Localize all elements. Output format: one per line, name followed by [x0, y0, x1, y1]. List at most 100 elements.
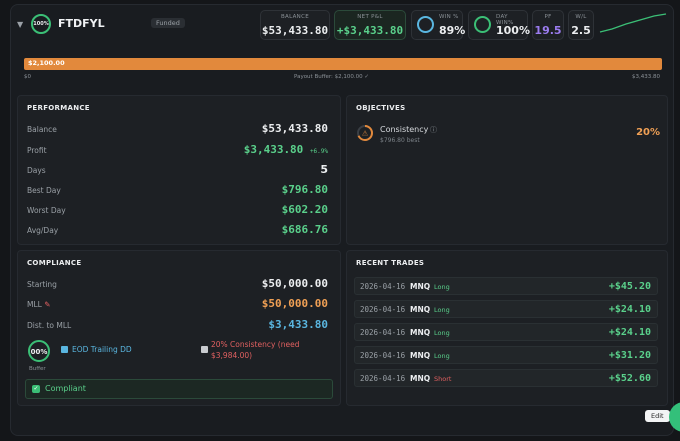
dist-mll-label: Dist. to MLL	[27, 321, 72, 330]
trade-row[interactable]: 2026-04-16 MNQ Long +$24.10	[354, 323, 658, 341]
profit-value: $3,433.80 +6.9%	[244, 143, 328, 156]
trade-date: 2026-04-16	[360, 282, 406, 291]
avg-day-value: $686.76	[281, 223, 328, 236]
objectives-title: OBJECTIVES	[356, 104, 406, 112]
progress-max-label: $3,433.80	[632, 74, 660, 80]
objective-value: 20%	[636, 127, 660, 138]
days-value: 5	[320, 163, 328, 176]
best-day-label: Best Day	[27, 186, 61, 195]
trade-side: Short	[434, 375, 452, 383]
trade-row[interactable]: 2026-04-16 MNQ Long +$45.20	[354, 277, 658, 295]
equity-sparkline	[599, 13, 667, 33]
stat-winrate: WIN % 89%	[411, 10, 466, 40]
mll-value: $50,000.00	[261, 297, 328, 310]
edit-button[interactable]: Edit	[645, 410, 670, 422]
trade-row[interactable]: 2026-04-16 MNQ Long +$31.20	[354, 346, 658, 364]
info-icon[interactable]: ⓘ	[430, 125, 437, 135]
balance-value: $53,433.80	[261, 122, 328, 135]
trade-pnl: +$24.10	[608, 327, 651, 338]
compliance-title: COMPLIANCE	[27, 259, 82, 267]
trade-date: 2026-04-16	[360, 374, 406, 383]
stat-win-label: WIN %	[439, 14, 459, 20]
trade-date: 2026-04-16	[360, 305, 406, 314]
objectives-panel: OBJECTIVES ⚠ Consistency ⓘ $796.80 best …	[346, 95, 668, 245]
recent-trades-panel: RECENT TRADES 2026-04-16 MNQ Long +$45.2…	[346, 250, 668, 406]
trade-pnl: +$24.10	[608, 304, 651, 315]
payout-progress-bar: $2,100.00	[24, 58, 662, 70]
stat-wl-value: 2.5	[571, 24, 591, 37]
trade-pnl: +$45.20	[608, 281, 651, 292]
trade-symbol: MNQ	[410, 374, 431, 383]
mll-label: MLL ✎	[27, 300, 51, 309]
check-icon: ✓	[32, 385, 40, 393]
collapse-chevron-icon[interactable]: ▼	[17, 20, 23, 29]
progress-mid-label: Payout Buffer: $2,100.00 ✓	[294, 74, 369, 80]
stat-wl-label: W/L	[575, 14, 587, 20]
mll-label-text: MLL	[27, 300, 42, 309]
rule-consistency: 20% Consistency (need $3,984.00)	[211, 340, 300, 360]
dist-mll-value: $3,433.80	[268, 318, 328, 331]
account-name: FTDFYL	[58, 17, 105, 30]
stat-balance: BALANCE $53,433.80	[260, 10, 330, 40]
worst-day-label: Worst Day	[27, 206, 66, 215]
account-progress-badge: 100%	[31, 14, 51, 34]
trade-side: Long	[434, 329, 450, 337]
pencil-icon[interactable]: ✎	[44, 300, 50, 309]
trade-row[interactable]: 2026-04-16 MNQ Long +$24.10	[354, 300, 658, 318]
stat-pf: PF 19.5	[532, 10, 564, 40]
trade-row[interactable]: 2026-04-16 MNQ Short +$52.60	[354, 369, 658, 387]
account-badge-text: 100%	[33, 21, 49, 27]
trade-pnl: +$52.60	[608, 373, 651, 384]
stat-netpnl-label: NET P&L	[357, 14, 383, 20]
profit-pct: +6.9%	[309, 148, 328, 155]
profit-amount: $3,433.80	[243, 143, 304, 156]
buffer-label: Buffer	[29, 366, 46, 372]
consistency-rule-icon	[201, 346, 208, 353]
compliant-status: ✓ Compliant	[25, 379, 333, 399]
compliance-panel: COMPLIANCE Starting $50,000.00 MLL ✎ $50…	[17, 250, 341, 406]
objective-sub: $796.80 best	[380, 137, 420, 144]
rule-eod-trailing: EOD Trailing DD	[72, 345, 132, 354]
progress-fill-label: $2,100.00	[28, 59, 65, 67]
recent-trades-title: RECENT TRADES	[356, 259, 425, 267]
sparkline-path	[599, 13, 667, 33]
compliant-label: Compliant	[45, 384, 86, 393]
stat-pf-value: 19.5	[534, 24, 562, 37]
best-day-value: $796.80	[281, 183, 328, 196]
objective-name: Consistency	[380, 125, 429, 134]
worst-day-value: $602.20	[281, 203, 328, 216]
svg-text:⚠: ⚠	[362, 130, 369, 138]
funded-tag: Funded	[151, 18, 185, 28]
trade-date: 2026-04-16	[360, 351, 406, 360]
stat-balance-label: BALANCE	[280, 14, 310, 20]
trade-pnl: +$31.20	[608, 350, 651, 361]
stat-daywin-value: 100%	[496, 24, 530, 37]
starting-label: Starting	[27, 280, 57, 289]
stat-netpnl: NET P&L +$3,433.80	[334, 10, 406, 40]
win-ring-icon	[417, 16, 434, 33]
trailing-dd-icon	[61, 346, 68, 353]
trade-date: 2026-04-16	[360, 328, 406, 337]
trade-side: Long	[434, 352, 450, 360]
trade-symbol: MNQ	[410, 351, 431, 360]
balance-label: Balance	[27, 125, 57, 134]
performance-panel: PERFORMANCE Balance $53,433.80 Profit $3…	[17, 95, 341, 245]
stat-win-value: 89%	[439, 24, 466, 37]
stat-pf-label: PF	[544, 14, 552, 20]
daywin-ring-icon	[474, 16, 491, 33]
trade-side: Long	[434, 306, 450, 314]
avg-day-label: Avg/Day	[27, 226, 59, 235]
stat-daywin: DAY WIN% 100%	[468, 10, 530, 40]
progress-min-label: $0	[24, 74, 31, 80]
starting-value: $50,000.00	[261, 277, 328, 290]
stat-wl: W/L 2.5	[568, 10, 594, 40]
stat-netpnl-value: +$3,433.80	[336, 24, 404, 37]
days-label: Days	[27, 166, 46, 175]
consistency-ring-icon: ⚠	[357, 125, 373, 141]
trade-symbol: MNQ	[410, 328, 431, 337]
buffer-pct: 00%	[30, 348, 48, 356]
profit-label: Profit	[27, 146, 47, 155]
performance-title: PERFORMANCE	[27, 104, 90, 112]
stat-balance-value: $53,433.80	[261, 24, 329, 37]
trade-symbol: MNQ	[410, 305, 431, 314]
